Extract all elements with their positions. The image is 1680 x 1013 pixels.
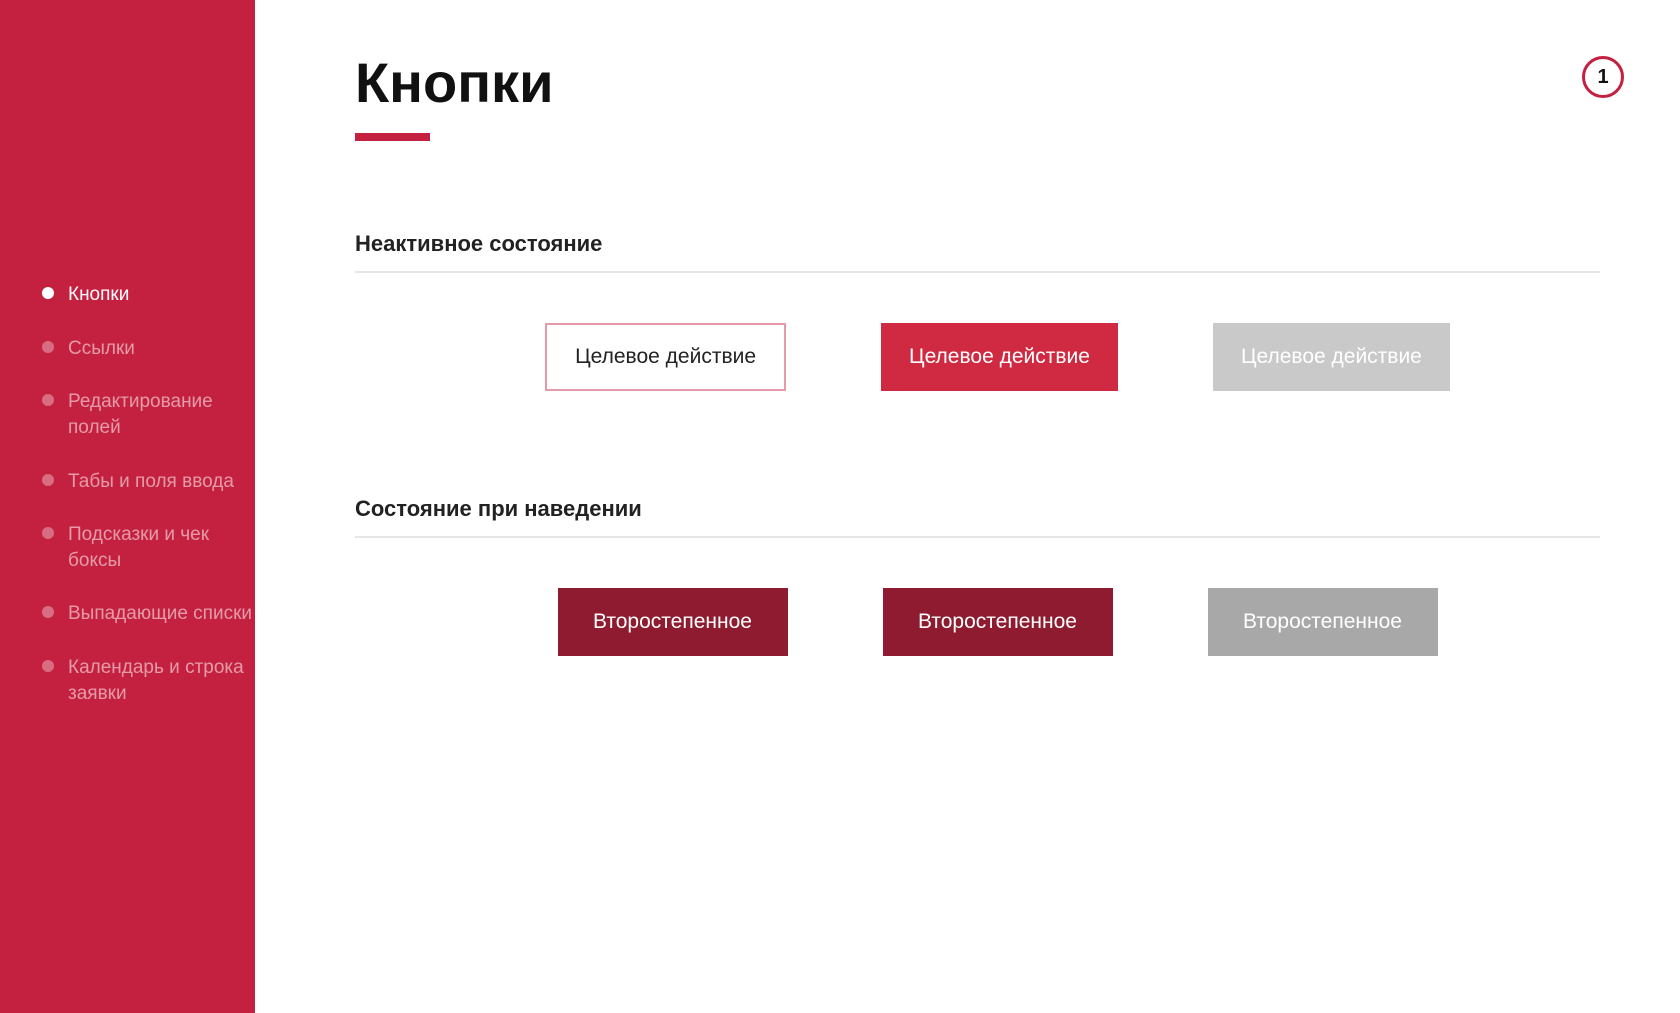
sidebar-item-label: Ссылки <box>68 336 135 362</box>
primary-action-disabled-button[interactable]: Целевое действие <box>1213 323 1450 391</box>
title-underline <box>355 133 430 141</box>
section-inactive-state: Неактивное состояние Целевое действие Це… <box>355 231 1600 391</box>
sidebar-item-label: Календарь и строка заявки <box>68 655 255 706</box>
sidebar-item-dropdowns[interactable]: Выпадающие списки <box>0 587 255 641</box>
sidebar-item-label: Табы и поля ввода <box>68 469 234 495</box>
bullet-icon <box>42 341 54 353</box>
button-row: Целевое действие Целевое действие Целево… <box>355 323 1600 391</box>
sidebar-item-links[interactable]: Ссылки <box>0 322 255 376</box>
page-number: 1 <box>1597 66 1608 89</box>
sidebar: Кнопки Ссылки Редактирование полей Табы … <box>0 0 255 1013</box>
section-heading: Состояние при наведении <box>355 496 1600 522</box>
sidebar-item-label: Подсказки и чек боксы <box>68 522 255 573</box>
section-heading: Неактивное состояние <box>355 231 1600 257</box>
sidebar-item-calendar[interactable]: Календарь и строка заявки <box>0 641 255 720</box>
sidebar-item-buttons[interactable]: Кнопки <box>0 268 255 322</box>
sidebar-item-tabs-inputs[interactable]: Табы и поля ввода <box>0 455 255 509</box>
sidebar-item-tooltips-checkboxes[interactable]: Подсказки и чек боксы <box>0 508 255 587</box>
bullet-icon <box>42 527 54 539</box>
primary-action-outline-button[interactable]: Целевое действие <box>545 323 786 391</box>
bullet-icon <box>42 394 54 406</box>
secondary-action-disabled-hover-button[interactable]: Второстепенное <box>1208 588 1438 656</box>
page-title: Кнопки <box>355 50 1600 115</box>
sidebar-item-label: Редактирование полей <box>68 389 255 440</box>
sidebar-item-edit-fields[interactable]: Редактирование полей <box>0 375 255 454</box>
secondary-action-hover-button[interactable]: Второстепенное <box>883 588 1113 656</box>
page-number-badge: 1 <box>1582 56 1624 98</box>
secondary-action-hover-button[interactable]: Второстепенное <box>558 588 788 656</box>
main-content: 1 Кнопки Неактивное состояние Целевое де… <box>255 0 1680 1013</box>
bullet-icon <box>42 660 54 672</box>
bullet-icon <box>42 606 54 618</box>
primary-action-filled-button[interactable]: Целевое действие <box>881 323 1118 391</box>
button-row: Второстепенное Второстепенное Второстепе… <box>355 588 1600 656</box>
bullet-icon <box>42 474 54 486</box>
sidebar-item-label: Выпадающие списки <box>68 601 252 627</box>
bullet-icon <box>42 287 54 299</box>
divider <box>355 536 1600 538</box>
sidebar-item-label: Кнопки <box>68 282 129 308</box>
section-hover-state: Состояние при наведении Второстепенное В… <box>355 496 1600 656</box>
divider <box>355 271 1600 273</box>
